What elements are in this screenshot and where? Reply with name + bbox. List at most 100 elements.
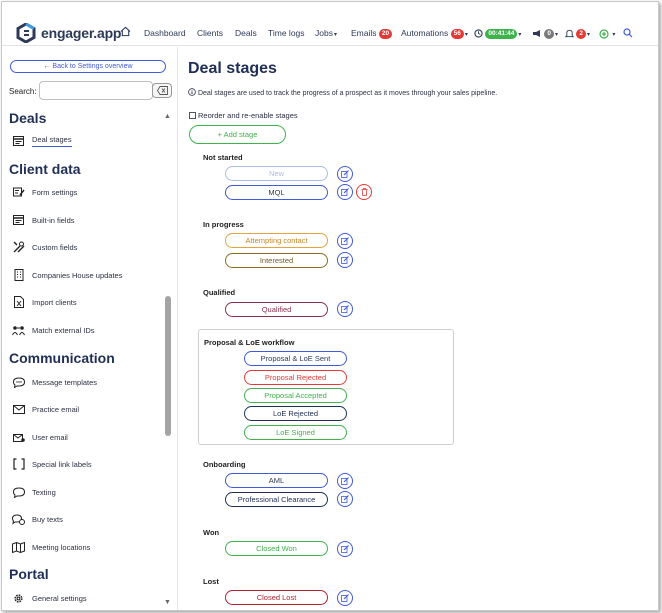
reorder-toggle[interactable]: Reorder and re-enable stages xyxy=(189,111,298,120)
announcements-menu[interactable]: 0 ▾ xyxy=(532,28,558,39)
nav-automations[interactable]: Automations 56 ▾ xyxy=(401,28,468,39)
page-title: Deal stages xyxy=(188,60,277,77)
nav-clients[interactable]: Clients xyxy=(197,28,223,38)
reorder-label: Reorder and re-enable stages xyxy=(198,111,298,120)
stage-pill-proposal-accepted[interactable]: Proposal Accepted xyxy=(244,388,347,403)
scroll-up-arrow-icon[interactable]: ▲ xyxy=(164,113,171,120)
sidebar-item-label: User email xyxy=(32,432,68,442)
logo[interactable]: engager.app xyxy=(16,22,122,44)
edit-stage-closed-won-button[interactable] xyxy=(337,541,353,557)
building-icon xyxy=(12,269,25,281)
stage-pill-closed-lost[interactable]: Closed Lost xyxy=(225,590,328,605)
sidebar-item-form-settings[interactable]: Form settings xyxy=(12,186,77,198)
user-envelope-icon xyxy=(12,431,25,443)
engager-logo-icon xyxy=(16,22,36,44)
stage-pill-interested[interactable]: Interested xyxy=(225,253,328,268)
edit-icon xyxy=(341,256,349,264)
chat-money-icon xyxy=(12,513,25,525)
sidebar-scrollbar-thumb[interactable] xyxy=(165,296,171,436)
chat-bubble-icon xyxy=(12,376,25,388)
nav-dashboard[interactable]: Dashboard xyxy=(144,28,186,38)
delete-stage-mql-button[interactable] xyxy=(356,184,372,200)
edit-stage-closed-lost-button[interactable] xyxy=(337,590,353,606)
sidebar-item-built-in-fields[interactable]: Built-in fields xyxy=(12,214,75,226)
speech-bubble-icon xyxy=(12,486,25,498)
plus-circle-icon xyxy=(599,28,611,39)
logo-text: engager.app xyxy=(41,25,122,41)
stage-pill-loe-rejected[interactable]: LoE Rejected xyxy=(244,406,347,421)
nav-jobs-label: Jobs xyxy=(315,28,333,38)
sidebar-item-label: Companies House updates xyxy=(32,270,123,280)
stage-pill-qualified[interactable]: Qualified xyxy=(225,302,328,317)
notifications-menu[interactable]: 2 ▾ xyxy=(564,28,591,39)
group-title-onboarding: Onboarding xyxy=(203,460,246,469)
section-heading-deals: Deals xyxy=(9,110,47,126)
nav-deals[interactable]: Deals xyxy=(235,28,257,38)
sidebar-item-match-external-ids[interactable]: Match external IDs xyxy=(12,324,95,336)
edit-icon xyxy=(341,188,349,196)
nav-emails[interactable]: Emails 20 xyxy=(351,28,393,39)
stage-pill-proposal-rejected[interactable]: Proposal Rejected xyxy=(244,370,347,385)
reorder-checkbox[interactable] xyxy=(189,112,196,119)
sidebar-item-buy-texts[interactable]: Buy texts xyxy=(12,513,63,525)
app-window: engager.app Dashboard Clients Deals Time… xyxy=(1,1,659,611)
announcements-badge: 0 xyxy=(544,28,554,39)
settings-sidebar: ← Back to Settings overview Search: ▲ ▼ … xyxy=(2,47,178,610)
edit-icon xyxy=(341,594,349,602)
search-icon[interactable] xyxy=(623,28,633,40)
sidebar-item-special-link-labels[interactable]: Special link labels xyxy=(12,458,92,470)
edit-stage-professional-clearance-button[interactable] xyxy=(337,491,353,507)
scroll-down-arrow-icon[interactable]: ▼ xyxy=(164,599,171,606)
stage-pill-closed-won[interactable]: Closed Won xyxy=(225,541,328,556)
sidebar-item-label: Import clients xyxy=(32,297,77,307)
sidebar-item-label: Form settings xyxy=(32,187,78,197)
timer-menu[interactable]: 00:41:44 ▾ xyxy=(474,28,521,39)
excel-file-icon xyxy=(12,296,25,308)
edit-stage-interested-button[interactable] xyxy=(337,252,353,268)
sidebar-item-user-email[interactable]: User email xyxy=(12,431,68,443)
automations-count-badge: 56 xyxy=(450,28,464,39)
stage-pill-new[interactable]: New xyxy=(225,166,328,181)
clear-search-button[interactable] xyxy=(152,83,172,98)
stage-pill-professional-clearance[interactable]: Professional Clearance xyxy=(225,492,328,507)
edit-stage-attempting-contact-button[interactable] xyxy=(337,233,353,249)
edit-stage-mql-button[interactable] xyxy=(337,184,353,200)
sidebar-item-message-templates[interactable]: Message templates xyxy=(12,376,97,388)
stage-pill-attempting-contact[interactable]: Attempting contact xyxy=(225,233,328,248)
edit-icon xyxy=(341,477,349,485)
add-stage-button[interactable]: + Add stage xyxy=(189,125,286,144)
chevron-down-icon: ▾ xyxy=(587,32,591,38)
edit-stage-new-button[interactable] xyxy=(337,166,353,182)
emails-count-badge: 20 xyxy=(378,28,393,39)
sidebar-item-companies-house[interactable]: Companies House updates xyxy=(12,269,122,281)
search-input[interactable] xyxy=(39,81,153,100)
sidebar-item-label: Special link labels xyxy=(32,459,92,469)
quick-add-menu[interactable]: ▾ xyxy=(599,28,615,39)
sidebar-item-general-settings[interactable]: General settings xyxy=(12,592,87,604)
stage-pill-loe-signed[interactable]: LoE Signed xyxy=(244,425,347,440)
home-icon[interactable] xyxy=(120,26,131,39)
edit-icon xyxy=(341,305,349,313)
sidebar-item-texting[interactable]: Texting xyxy=(12,486,56,498)
stage-pill-proposal-sent[interactable]: Proposal & LoE Sent xyxy=(244,351,347,366)
nav-jobs[interactable]: Jobs▾ xyxy=(315,28,337,38)
edit-icon xyxy=(341,545,349,553)
sidebar-item-label: Deal stages xyxy=(32,135,72,147)
sidebar-item-import-clients[interactable]: Import clients xyxy=(12,296,77,308)
edit-stage-aml-button[interactable] xyxy=(337,473,353,489)
sidebar-item-custom-fields[interactable]: Custom fields xyxy=(12,241,77,253)
envelope-icon xyxy=(12,403,25,415)
sidebar-item-practice-email[interactable]: Practice email xyxy=(12,403,79,415)
edit-icon xyxy=(341,170,349,178)
section-heading-client-data: Client data xyxy=(9,161,81,177)
sidebar-item-deal-stages[interactable]: Deal stages xyxy=(12,135,72,147)
stage-pill-mql[interactable]: MQL xyxy=(225,185,328,200)
sidebar-item-label: Custom fields xyxy=(32,242,78,252)
back-to-settings-button[interactable]: ← Back to Settings overview xyxy=(10,60,166,73)
form-edit-icon xyxy=(12,186,25,198)
stage-pill-aml[interactable]: AML xyxy=(225,473,328,488)
nav-time-logs[interactable]: Time logs xyxy=(268,28,305,38)
edit-stage-qualified-button[interactable] xyxy=(337,301,353,317)
sidebar-item-meeting-locations[interactable]: Meeting locations xyxy=(12,541,90,553)
sidebar-item-label: Texting xyxy=(32,487,56,497)
